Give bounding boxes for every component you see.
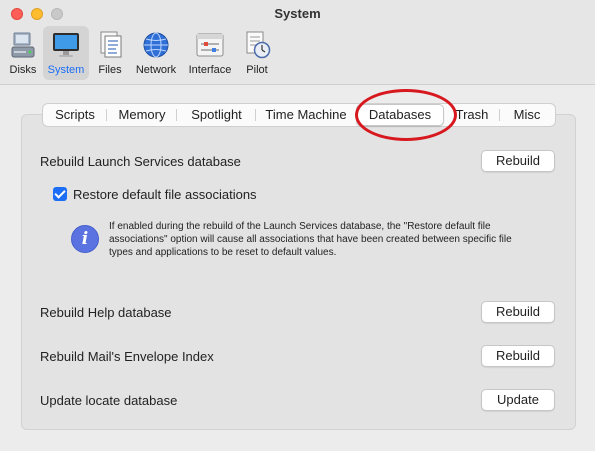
toolbar-label: Disks [9, 64, 37, 76]
tab-misc[interactable]: Misc [500, 104, 554, 126]
toolbar-system[interactable]: System [43, 26, 89, 80]
interface-icon [196, 33, 224, 57]
tab-bar: Scripts Memory Spotlight Time Machine Da… [42, 103, 556, 127]
toolbar-label: Files [98, 64, 122, 76]
disks-icon [11, 32, 35, 58]
tab-scripts[interactable]: Scripts [43, 104, 107, 126]
window-title: System [274, 6, 321, 21]
tab-databases[interactable]: Databases [356, 104, 444, 126]
toolbar-label: Network [135, 64, 177, 76]
files-icon [100, 31, 122, 58]
locate-database-label: Update locate database [40, 393, 178, 408]
tab-spotlight[interactable]: Spotlight [177, 104, 256, 126]
pilot-icon [246, 31, 271, 59]
toolbar-label: Pilot [246, 64, 268, 76]
globe-icon [143, 32, 169, 58]
restore-associations-checkbox[interactable] [53, 187, 67, 201]
preferences-window: System Disks System Files Network Interf… [0, 0, 595, 451]
tab-time-machine[interactable]: Time Machine [256, 104, 356, 126]
toolbar-network[interactable]: Network [132, 26, 180, 80]
titlebar: System Disks System Files Network Interf… [0, 0, 595, 85]
tab-memory[interactable]: Memory [107, 104, 177, 126]
help-database-label: Rebuild Help database [40, 305, 172, 320]
rebuild-launch-services-button[interactable]: Rebuild [481, 150, 555, 172]
rebuild-help-button[interactable]: Rebuild [481, 301, 555, 323]
info-description: If enabled during the rebuild of the Lau… [109, 221, 512, 258]
info-icon: i [71, 225, 99, 253]
update-locate-button[interactable]: Update [481, 389, 555, 411]
rebuild-mail-button[interactable]: Rebuild [481, 345, 555, 367]
monitor-icon [53, 33, 79, 57]
toolbar-disks[interactable]: Disks [5, 26, 41, 80]
launch-services-label: Rebuild Launch Services database [40, 154, 241, 169]
tab-trash[interactable]: Trash [444, 104, 500, 126]
restore-associations-label: Restore default file associations [73, 187, 257, 202]
mail-index-label: Rebuild Mail's Envelope Index [40, 349, 214, 364]
toolbar-label: Interface [188, 64, 232, 76]
toolbar-label: System [47, 64, 85, 76]
toolbar-pilot[interactable]: Pilot [240, 26, 274, 80]
toolbar-interface[interactable]: Interface [183, 26, 237, 80]
toolbar-files[interactable]: Files [93, 26, 127, 80]
